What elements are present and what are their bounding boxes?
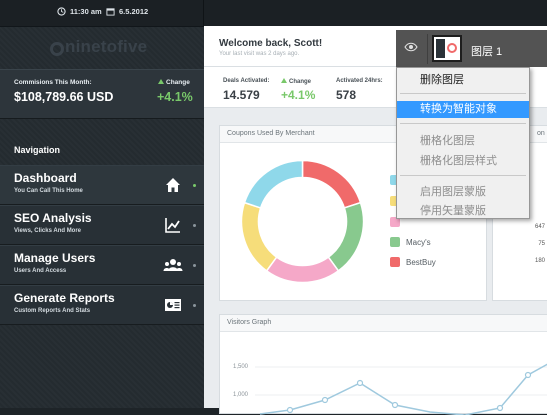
change-label: Change (158, 79, 190, 86)
legend-swatch (390, 237, 400, 247)
stat-value: 578 (336, 88, 357, 102)
stat-value: +4.1% (281, 88, 316, 102)
menu-separator (400, 123, 526, 124)
active-indicator (193, 184, 196, 187)
data-point (391, 401, 399, 409)
menu-item-enable-layer-mask[interactable]: 启用图层蒙版 (397, 184, 529, 201)
nav-item-seo-analysis[interactable]: SEO Analysis Views, Clicks And More (0, 205, 204, 245)
donut-segment (243, 159, 304, 209)
legend-item: Macy's (390, 237, 431, 247)
commission-label: Commisions This Month: (14, 79, 92, 86)
up-arrow-icon (158, 79, 164, 84)
last-visit-text: Your last visit was 2 days ago. (219, 51, 300, 57)
item-indicator (193, 264, 196, 267)
navigation-title: Navigation (14, 145, 61, 155)
sidebar: ninetofive Commisions This Month: $108,7… (0, 0, 204, 408)
stat-value: 14.579 (223, 88, 260, 102)
stat-label: Activated 24hrs: (336, 78, 383, 84)
line-chart-icon (165, 218, 180, 233)
welcome-greeting: Welcome back, Scott! (219, 38, 323, 49)
nav-item-subtitle: Views, Clicks And More (14, 228, 82, 234)
menu-item-disable-vector-mask[interactable]: 停用矢量蒙版 (397, 203, 529, 220)
nav-item-title: Generate Reports (14, 291, 115, 305)
stat-label: Deals Activated: (223, 78, 270, 84)
visitors-panel: Visitors Graph 1,500 1,000 (219, 314, 547, 415)
menu-separator (400, 175, 526, 176)
panel-title: on (537, 130, 545, 137)
change-value: +4.1% (157, 90, 193, 104)
legend-item: BestBuy (390, 257, 436, 267)
nav-item-manage-users[interactable]: Manage Users Users And Access (0, 245, 204, 285)
menu-item-rasterize-layer-style[interactable]: 栅格化图层样式 (397, 153, 529, 170)
users-icon (163, 259, 183, 271)
data-point (321, 396, 329, 404)
layer-thumbnail[interactable] (432, 35, 462, 62)
data-point (496, 404, 504, 412)
menu-item-rasterize-layer[interactable]: 栅格化图层 (397, 133, 529, 150)
visitors-line-chart (255, 363, 547, 415)
nav-item-title: Manage Users (14, 251, 96, 265)
data-point (356, 379, 364, 387)
nav-item-generate-reports[interactable]: Generate Reports Custom Reports And Stat… (0, 285, 204, 325)
clock-icon (57, 7, 66, 16)
calendar-icon (106, 8, 115, 16)
up-arrow-icon (281, 78, 287, 83)
data-point (286, 406, 294, 414)
layer-context-menu: 删除图层 转换为智能对象 栅格化图层 栅格化图层样式 启用图层蒙版 停用矢量蒙版 (396, 67, 530, 219)
panel-title: Coupons Used By Merchant (227, 130, 315, 137)
commission-summary: Commisions This Month: $108,789.66 USD C… (0, 69, 204, 119)
nav-item-dashboard[interactable]: Dashboard You Can Call This Home (0, 165, 204, 205)
menu-item-delete-layer[interactable]: 删除图层 (397, 72, 529, 89)
logo-text: ninetofive (65, 37, 148, 56)
nav-item-subtitle: Users And Access (14, 268, 67, 274)
layer-row[interactable]: 图层 1 (396, 30, 547, 67)
time-display: 11:30 am (57, 7, 102, 16)
commission-value: $108,789.66 USD (14, 90, 114, 104)
data-point (524, 371, 532, 379)
topbar-divider (203, 0, 204, 26)
donut-segment (265, 256, 340, 284)
date-display: 6.5.2012 (106, 7, 148, 16)
nav-item-title: Dashboard (14, 171, 77, 185)
donut-segment (327, 201, 365, 272)
nav-item-subtitle: You Can Call This Home (14, 188, 83, 194)
series-line (259, 363, 547, 415)
row-divider (427, 34, 428, 64)
donut-chart (240, 159, 365, 284)
table-cell: 647 (534, 224, 545, 230)
eye-icon[interactable] (404, 42, 418, 52)
legend-swatch (390, 257, 400, 267)
stat-label: Change (281, 78, 311, 85)
nav-item-title: SEO Analysis (14, 211, 92, 225)
home-icon (166, 178, 180, 192)
top-bar: 11:30 am 6.5.2012 (0, 0, 547, 27)
donut-segment (301, 159, 362, 209)
logo-ring-icon (50, 42, 64, 56)
table-cell: 180 (534, 258, 545, 264)
donut-segment (240, 201, 278, 272)
brand-logo[interactable]: ninetofive (50, 37, 147, 57)
menu-separator (400, 93, 526, 94)
nav-item-subtitle: Custom Reports And Stats (14, 308, 91, 314)
layer-name: 图层 1 (471, 46, 503, 58)
item-indicator (193, 304, 196, 307)
table-cell: 75 (538, 241, 545, 247)
report-icon (165, 299, 181, 311)
item-indicator (193, 224, 196, 227)
menu-item-convert-to-smart-object[interactable]: 转换为智能对象 (397, 101, 529, 118)
donut-segments (240, 159, 365, 284)
